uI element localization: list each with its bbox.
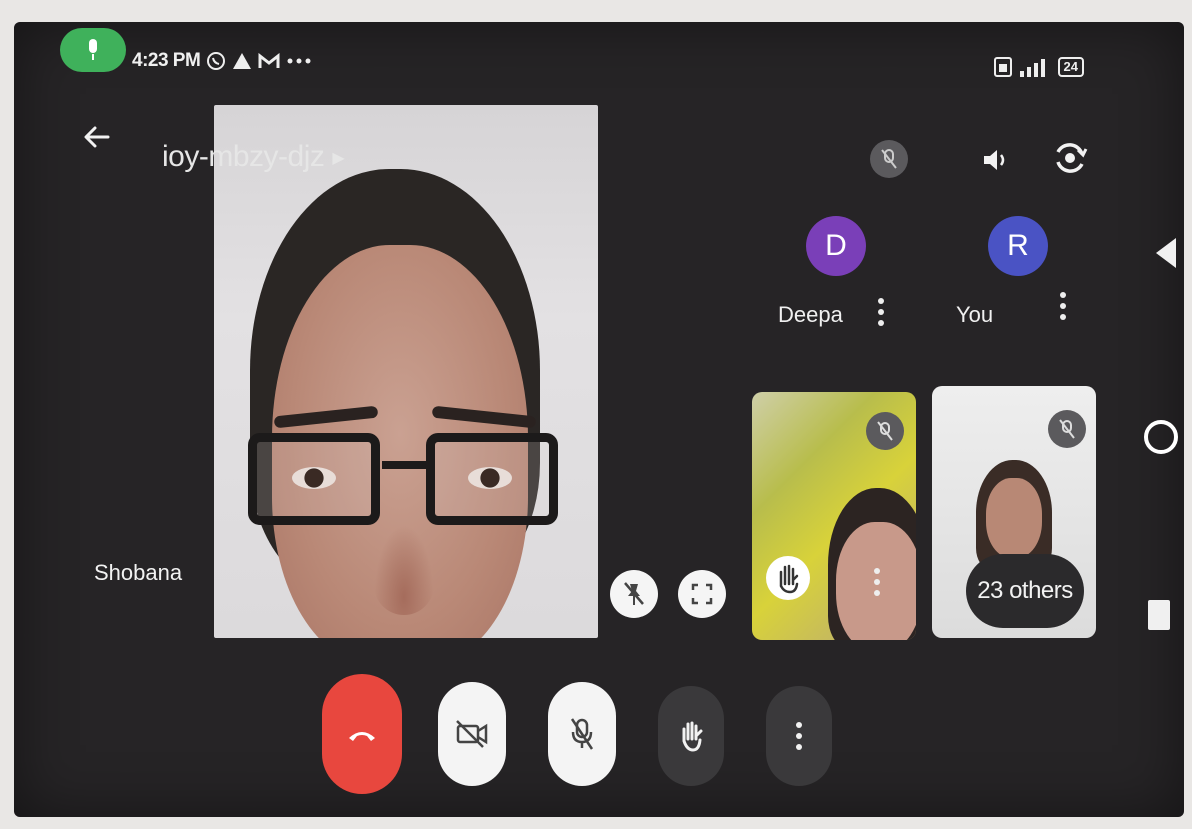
others-muted-indicator — [1048, 410, 1086, 448]
status-bar-left: 4:23 PM — [132, 50, 312, 72]
status-time: 4:23 PM — [132, 50, 201, 71]
end-call-icon — [349, 732, 375, 741]
back-arrow-icon — [84, 126, 110, 148]
more-options-button[interactable] — [766, 686, 832, 786]
avatar-you: R — [988, 216, 1048, 276]
sim-icon — [993, 57, 1012, 77]
nav-recents-button[interactable] — [1148, 600, 1170, 630]
back-button[interactable] — [82, 122, 112, 157]
meet-call-screen: 4:23 PM 24 ioy-mbzy-djz ▶ Shobana D Deep… — [14, 22, 1184, 817]
nav-back-icon — [1156, 238, 1176, 268]
unpin-button[interactable] — [610, 570, 658, 618]
participant-name-you: You — [956, 302, 994, 327]
right-eye — [468, 467, 512, 489]
signal-icon — [1019, 59, 1045, 77]
others-count-badge[interactable]: 23 others — [966, 554, 1084, 628]
mic-off-icon — [570, 718, 594, 750]
others-thumbnail-face — [986, 478, 1042, 558]
avatar-deepa: D — [806, 216, 866, 276]
thumbnail-muted-indicator — [866, 412, 904, 450]
meeting-code-button[interactable]: ioy-mbzy-djz ▶ — [162, 140, 345, 174]
nav-home-button[interactable] — [1144, 420, 1178, 454]
whatsapp-icon — [207, 52, 226, 70]
drive-icon — [233, 53, 252, 69]
avatar-initial-deepa: D — [825, 229, 847, 262]
mic-off-icon — [881, 149, 897, 169]
mic-off-icon — [1059, 419, 1075, 439]
thumbnail-more-options-button[interactable] — [874, 568, 880, 601]
battery-level: 24 — [1057, 57, 1084, 77]
others-count-label: 23 others — [977, 577, 1073, 604]
chevron-right-icon: ▶ — [332, 150, 345, 168]
meeting-code: ioy-mbzy-djz — [162, 140, 325, 173]
raise-hand-icon — [682, 721, 703, 752]
mic-icon — [89, 39, 97, 60]
left-eye — [292, 467, 336, 489]
nose — [374, 525, 434, 615]
main-video-tile[interactable] — [214, 105, 598, 638]
gmail-icon — [258, 53, 280, 68]
fullscreen-button[interactable] — [678, 570, 726, 618]
status-bar-right: 24 — [993, 56, 1084, 78]
avatar-initial-you: R — [1007, 229, 1029, 262]
unpin-icon — [624, 582, 644, 605]
main-tile-name: Shobana — [94, 560, 183, 585]
glasses-bridge — [382, 461, 426, 469]
fullscreen-icon — [691, 583, 713, 605]
raise-hand-button[interactable] — [658, 686, 724, 786]
nav-back-button[interactable] — [1154, 236, 1178, 275]
switch-camera-icon — [1056, 143, 1088, 173]
participant-name-deepa: Deepa — [778, 302, 843, 327]
camera-toggle-button[interactable] — [438, 682, 506, 786]
switch-camera-button[interactable] — [1050, 138, 1090, 183]
raised-hand-icon — [779, 564, 799, 594]
raised-hand-badge — [766, 556, 810, 600]
deepa-more-options-button[interactable] — [878, 298, 884, 331]
more-notifications-icon — [287, 58, 311, 64]
microphone-toggle-button[interactable] — [548, 682, 616, 786]
you-more-options-button[interactable] — [1060, 292, 1066, 325]
camera-off-icon — [456, 720, 488, 748]
mic-in-use-indicator[interactable] — [60, 28, 126, 72]
speaker-icon — [984, 150, 1005, 170]
participant-video-thumbnail[interactable] — [752, 392, 916, 640]
more-vert-icon — [796, 722, 802, 750]
mic-off-icon — [877, 421, 893, 441]
speaker-button[interactable] — [980, 144, 1012, 181]
muted-indicator — [870, 140, 908, 178]
end-call-button[interactable] — [322, 674, 402, 794]
